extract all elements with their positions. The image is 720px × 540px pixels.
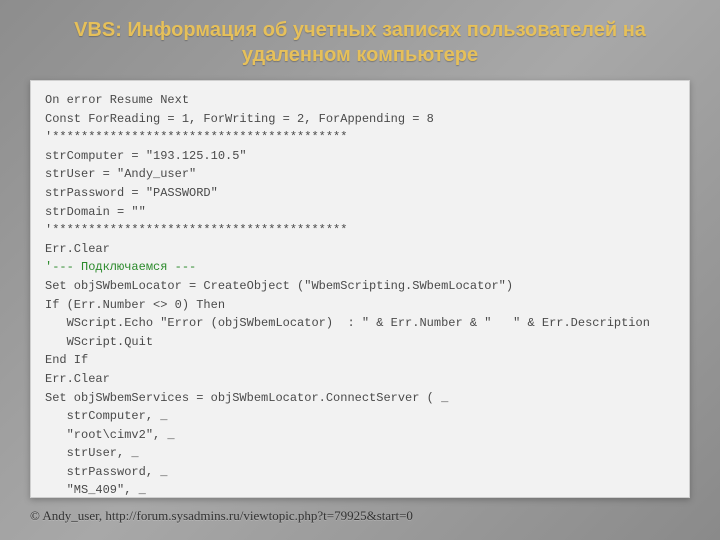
code-line: '***************************************… xyxy=(45,221,675,240)
code-line: strUser, _ xyxy=(45,444,675,463)
title-prefix: VBS: xyxy=(74,19,122,41)
code-line: '***************************************… xyxy=(45,128,675,147)
code-line: strDomain = "" xyxy=(45,203,675,222)
code-line: On error Resume Next xyxy=(45,91,675,110)
code-line: "MS_409", _ xyxy=(45,481,675,498)
slide: VBS: Информация об учетных записях польз… xyxy=(0,0,720,540)
code-block: On error Resume NextConst ForReading = 1… xyxy=(30,80,690,498)
code-line: End If xyxy=(45,351,675,370)
code-line: strComputer, _ xyxy=(45,407,675,426)
code-line: strPassword, _ xyxy=(45,463,675,482)
page-title: VBS: Информация об учетных записях польз… xyxy=(30,18,690,68)
footer-credit: © Andy_user, http://forum.sysadmins.ru/v… xyxy=(30,508,690,524)
code-line: Err.Clear xyxy=(45,240,675,259)
code-line: WScript.Quit xyxy=(45,333,675,352)
code-line: Const ForReading = 1, ForWriting = 2, Fo… xyxy=(45,110,675,129)
code-line: Err.Clear xyxy=(45,370,675,389)
code-line: Set objSWbemLocator = CreateObject ("Wbe… xyxy=(45,277,675,296)
code-line: "root\cimv2", _ xyxy=(45,426,675,445)
code-line: strUser = "Andy_user" xyxy=(45,165,675,184)
code-line: strPassword = "PASSWORD" xyxy=(45,184,675,203)
code-line: WScript.Echo "Error (objSWbemLocator) : … xyxy=(45,314,675,333)
title-rest: Информация об учетных записях пользовате… xyxy=(122,19,646,66)
code-line: '--- Подключаемся --- xyxy=(45,258,675,277)
code-line: If (Err.Number <> 0) Then xyxy=(45,296,675,315)
code-line: Set objSWbemServices = objSWbemLocator.C… xyxy=(45,389,675,408)
code-line: strComputer = "193.125.10.5" xyxy=(45,147,675,166)
